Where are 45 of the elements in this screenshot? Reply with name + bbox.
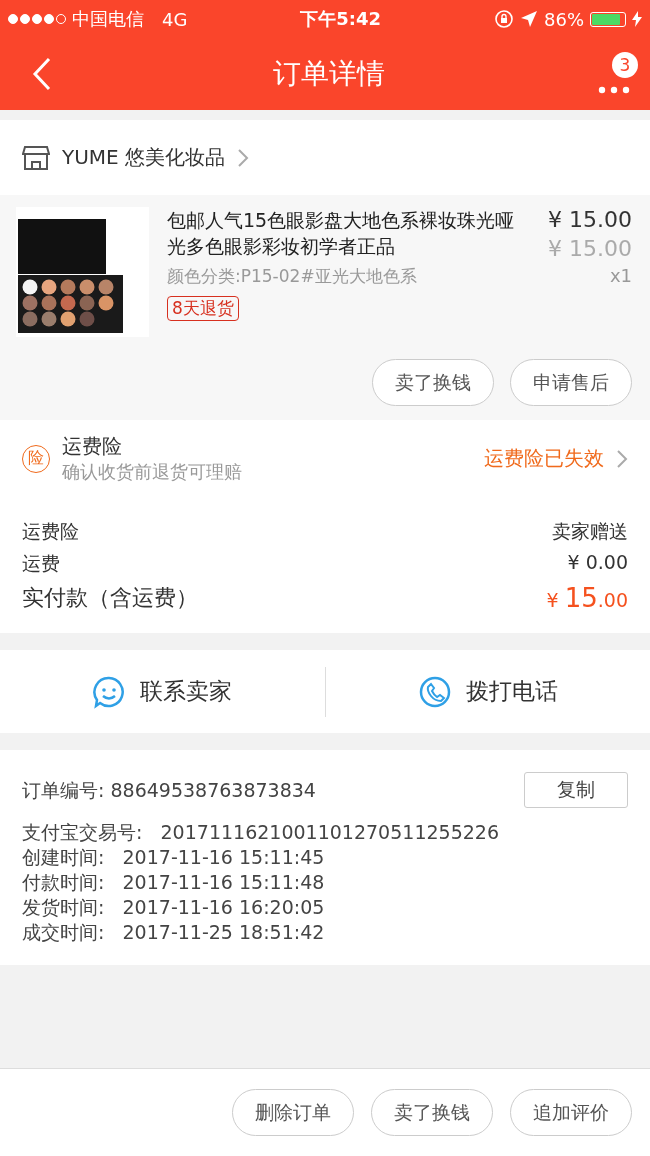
action-button[interactable]: 卖了换钱 <box>372 359 494 406</box>
total-label: 实付款（含运费） <box>22 584 198 612</box>
rotation-lock-icon <box>494 9 514 29</box>
charging-bolt-icon <box>632 11 642 27</box>
order-detail: 发货时间: 2017-11-16 16:20:05 <box>22 895 326 920</box>
notification-badge: 3 <box>612 52 638 78</box>
quantity: x1 <box>608 265 632 286</box>
fee-label: 运费险 <box>22 519 79 544</box>
order-number: 订单编号: 88649538763873834 <box>22 777 316 803</box>
order-detail: 创建时间: 2017-11-16 15:11:45 <box>22 845 326 870</box>
more-icon[interactable] <box>598 86 630 94</box>
original-price: ¥ 15.00 <box>548 236 632 261</box>
chevron-right-icon[interactable] <box>237 147 250 168</box>
battery-percent: 86% <box>544 8 584 30</box>
smiley-icon <box>92 674 127 709</box>
copy-button[interactable]: 复制 <box>524 772 628 808</box>
location-arrow-icon <box>520 10 538 28</box>
contact-seller-button[interactable]: 联系卖家 <box>0 650 325 733</box>
action-button[interactable]: 追加评价 <box>510 1089 632 1136</box>
action-button[interactable]: 删除订单 <box>232 1089 354 1136</box>
product-title[interactable]: 包邮人气15色眼影盘大地色系裸妆珠光哑光多色眼影彩妆初学者正品 <box>167 207 530 259</box>
store-icon <box>22 144 50 171</box>
clock: 下午5:42 <box>299 7 383 31</box>
action-button[interactable]: 申请售后 <box>510 359 632 406</box>
phone-icon <box>417 674 452 709</box>
action-button[interactable]: 卖了换钱 <box>371 1089 493 1136</box>
fee-label: 运费 <box>22 551 60 576</box>
order-detail: 成交时间: 2017-11-25 18:51:42 <box>22 920 326 945</box>
carrier: 中国电信 <box>72 7 144 31</box>
chevron-right-icon[interactable] <box>616 448 628 469</box>
fee-value: 卖家赠送 <box>552 519 628 544</box>
price: ¥ 15.00 <box>548 207 632 232</box>
insurance-title: 运费险 <box>62 433 123 460</box>
total-amount: ¥ 15.00 <box>546 583 628 613</box>
fee-value: ¥ 0.00 <box>567 551 628 575</box>
insurance-subtitle: 确认收货前退货可理赔 <box>62 460 242 484</box>
network-type: 4G <box>162 8 188 30</box>
call-button[interactable]: 拨打电话 <box>325 650 650 733</box>
battery-icon <box>590 11 626 27</box>
page-title: 订单详情 <box>273 56 385 92</box>
return-policy-tag: 8天退货 <box>167 296 239 321</box>
order-detail: 付款时间: 2017-11-16 15:11:48 <box>22 870 326 895</box>
product-variant: 颜色分类:P15-02#亚光大地色系 <box>167 265 418 288</box>
order-detail: 支付宝交易号: 2017111621001101270511255226 <box>22 820 500 845</box>
shop-name[interactable]: YUME 悠美化妆品 <box>62 144 226 171</box>
